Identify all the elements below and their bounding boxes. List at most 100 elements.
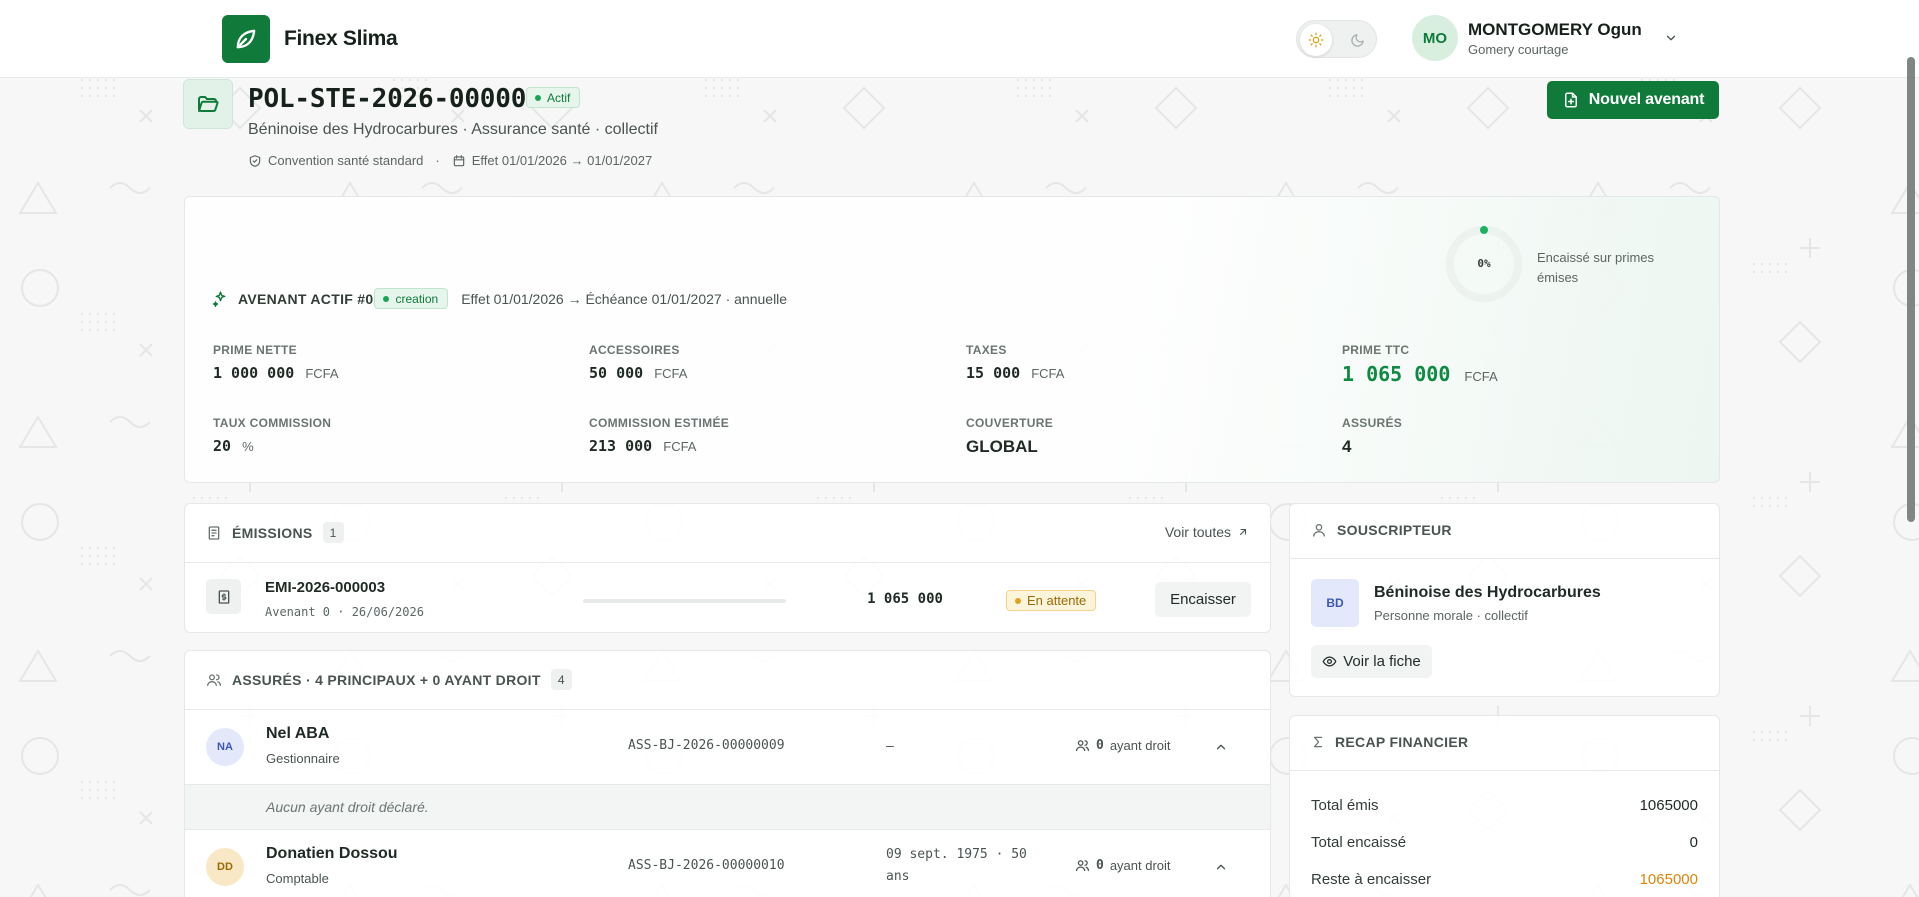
status-label: En attente: [1027, 593, 1087, 608]
kpi-prime-nette: PRIME NETTE 1 000 000 FCFA: [213, 343, 339, 382]
brand[interactable]: Finex Slima: [222, 15, 398, 63]
kpi-assures: ASSURÉS 4: [1342, 416, 1402, 457]
rider-type-label: creation: [395, 291, 439, 306]
insured-title: ASSURÉS · 4 PRINCIPAUX + 0 AYANT DROIT: [232, 671, 541, 688]
policy-subtitle: Béninoise des Hydrocarbures · Assurance …: [248, 121, 658, 138]
recap-row: Total encaissé 0: [1311, 834, 1698, 851]
recap-row: Reste à encaisser 1065000: [1311, 871, 1698, 888]
insured-name: Donatien Dossou: [266, 845, 398, 862]
dollar-doc-icon: [206, 579, 241, 614]
leaf-icon: [222, 15, 270, 63]
empty-dependents-text: Aucun ayant droit déclaré.: [266, 799, 429, 815]
scrollbar-thumb[interactable]: [1907, 57, 1915, 522]
status-dot: [1015, 597, 1021, 604]
kpi-number: 15 000: [966, 364, 1021, 382]
emission-progress-bar: [583, 599, 786, 603]
avatar: DD: [206, 848, 244, 886]
effect-dates: Effet 01/01/2026 → 01/01/2027: [471, 153, 653, 168]
recap-row: Total émis 1065000: [1311, 797, 1698, 814]
new-rider-label: Nouvel avenant: [1588, 91, 1705, 108]
user-info: MONTGOMERY Ogun Gomery courtage: [1468, 20, 1642, 57]
new-rider-button[interactable]: Nouvel avenant: [1547, 81, 1719, 119]
rider-type-dot: [383, 295, 390, 302]
kpi-value: 20 %: [213, 437, 331, 455]
shield-check-icon: [249, 154, 261, 167]
view-profile-button[interactable]: Voir la fiche: [1311, 645, 1432, 678]
table-row[interactable]: DD Donatien Dossou Comptable ASS-BJ-2026…: [185, 830, 1270, 897]
chevron-down-icon: [1666, 35, 1675, 41]
kpi-taxes: TAXES 15 000 FCFA: [966, 343, 1064, 382]
emissions-panel: ÉMISSIONS 1 Voir toutes EMI-2026-000003 …: [184, 503, 1271, 633]
dependents-count: 0: [1096, 858, 1104, 873]
sun-icon[interactable]: [1300, 24, 1332, 56]
kpi-commission-estimee: COMMISSION ESTIMÉE 213 000 FCFA: [589, 416, 729, 455]
user-org: Gomery courtage: [1468, 41, 1569, 57]
chevron-up-icon[interactable]: [1214, 860, 1228, 874]
moon-icon[interactable]: [1341, 24, 1373, 56]
sparkles-icon: [212, 291, 226, 307]
kpi-unit: FCFA: [1464, 369, 1498, 384]
kpi-label: COUVERTURE: [966, 416, 1054, 430]
recap-value: 1065000: [1639, 797, 1698, 814]
collection-caption: Encaissé sur primes émises: [1537, 250, 1655, 285]
eye-icon: [1322, 656, 1337, 667]
calendar-icon: [453, 154, 464, 166]
users-icon: [1075, 860, 1090, 872]
page-scrollbar[interactable]: [1906, 52, 1916, 897]
recap-value: 1065000: [1639, 871, 1698, 888]
subscriber-type: Personne morale · collectif: [1374, 608, 1528, 623]
emissions-title: ÉMISSIONS: [232, 524, 313, 541]
kpi-number: 1 065 000: [1342, 362, 1451, 386]
active-rider-panel: AVENANT ACTIF #0 creation Effet 01/01/20…: [184, 196, 1720, 483]
kpi-value: 1 065 000 FCFA: [1342, 362, 1498, 386]
kpi-unit: FCFA: [305, 366, 339, 381]
status-badge: Actif: [526, 87, 581, 108]
kpi-value: 50 000 FCFA: [589, 364, 687, 382]
main-content: POL-STE-2026-000003 Actif Béninoise des …: [0, 0, 1919, 897]
user-menu[interactable]: MO MONTGOMERY Ogun Gomery courtage: [1412, 15, 1678, 61]
kpi-label: TAUX COMMISSION: [213, 416, 332, 430]
chevron-up-icon[interactable]: [1214, 740, 1228, 754]
kpi-unit: FCFA: [1031, 366, 1065, 381]
collect-button[interactable]: Encaisser: [1155, 582, 1251, 617]
emissions-count: 1: [322, 522, 344, 543]
dependents-label: ayant droit: [1109, 858, 1171, 873]
status-dot: [535, 94, 541, 101]
folder-open-icon: [183, 79, 233, 129]
user-name: MONTGOMERY Ogun: [1468, 19, 1642, 39]
recap-title: RECAP FINANCIER: [1335, 734, 1469, 750]
top-bar: Finex Slima MO MONTGOMERY Ogun Gomery co…: [0, 0, 1919, 78]
kpi-value: 213 000 FCFA: [589, 437, 729, 455]
insured-header: ASSURÉS · 4 PRINCIPAUX + 0 AYANT DROIT 4: [206, 669, 572, 690]
emission-ref: EMI-2026-000003: [265, 579, 386, 596]
financial-recap-panel: RECAP FINANCIER Total émis 1065000 Total…: [1289, 715, 1720, 897]
kpi-label: ACCESSOIRES: [589, 343, 680, 357]
emission-row[interactable]: EMI-2026-000003 Avenant 0 · 26/06/2026 1…: [185, 563, 1270, 633]
sigma-icon: [1313, 736, 1323, 748]
divider: [1290, 558, 1719, 559]
kpi-value: GLOBAL: [966, 437, 1038, 456]
rider-type-badge: creation: [374, 288, 449, 309]
dependents-count: 0: [1096, 738, 1104, 753]
kpi-value: 15 000 FCFA: [966, 364, 1064, 382]
page-title: POL-STE-2026-000003: [248, 84, 542, 114]
insured-count: 4: [550, 669, 572, 690]
subscriber-title: SOUSCRIPTEUR: [1337, 522, 1452, 538]
users-icon: [207, 673, 221, 686]
insured-id: ASS-BJ-2026-00000009: [628, 738, 785, 753]
avatar: BD: [1311, 579, 1359, 627]
view-profile-label: Voir la fiche: [1343, 653, 1421, 670]
arrow-up-right-icon: [1239, 528, 1247, 536]
kpi-accessoires: ACCESSOIRES 50 000 FCFA: [589, 343, 687, 382]
collection-percent: 0%: [1477, 257, 1491, 270]
meta-separator: ·: [435, 153, 440, 168]
empty-dependents: Aucun ayant droit déclaré.: [185, 784, 1270, 830]
insured-name: Nel ABA: [266, 725, 330, 742]
theme-toggle[interactable]: [1296, 20, 1377, 58]
table-row[interactable]: NA Nel ABA Gestionnaire ASS-BJ-2026-0000…: [185, 710, 1270, 784]
kpi-couverture: COUVERTURE GLOBAL: [966, 416, 1053, 457]
see-all-link[interactable]: Voir toutes: [1165, 524, 1249, 540]
convention-label: Convention santé standard: [268, 153, 424, 168]
policy-meta: Convention santé standard · Effet 01/01/…: [248, 153, 652, 168]
see-all-label: Voir toutes: [1164, 524, 1231, 540]
